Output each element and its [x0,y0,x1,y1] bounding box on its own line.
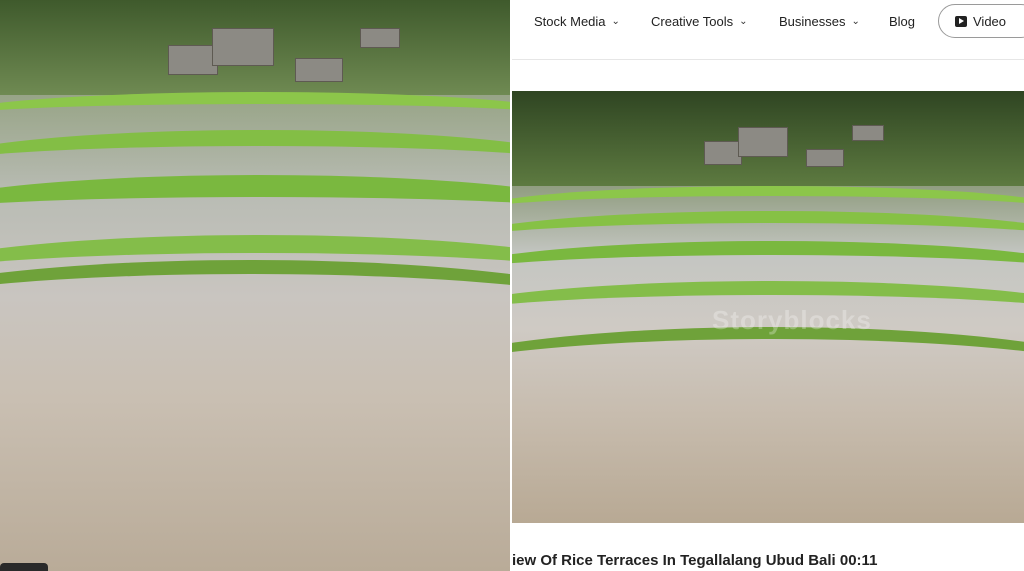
nav-stock-media[interactable]: Stock Media ⌄ [534,14,620,29]
play-icon [955,15,967,27]
video-button-label: Video [973,13,1007,29]
chevron-down-icon: ⌄ [851,16,860,27]
video-caption: iew Of Rice Terraces In Tegallalang Ubud… [512,552,878,569]
nav-item-label: Blog [889,14,916,29]
nav-item-label: Creative Tools [651,14,734,29]
nav-item-label: Stock Media [534,14,606,29]
chevron-down-icon: ⌄ [739,16,748,27]
nav-businesses[interactable]: Businesses ⌄ [779,14,860,29]
nav-creative-tools[interactable]: Creative Tools ⌄ [651,14,748,29]
video-button[interactable]: Video [938,4,1024,38]
video-preview[interactable]: Storyblocks [512,91,1024,523]
corner-control[interactable] [0,563,48,571]
video-frame-zoomed [0,0,510,571]
chevron-down-icon: ⌄ [611,16,620,27]
nav-item-label: Businesses [779,14,846,29]
watermark: Storyblocks [712,305,872,335]
header-divider [512,59,1024,60]
nav-blog[interactable]: Blog [889,14,915,29]
